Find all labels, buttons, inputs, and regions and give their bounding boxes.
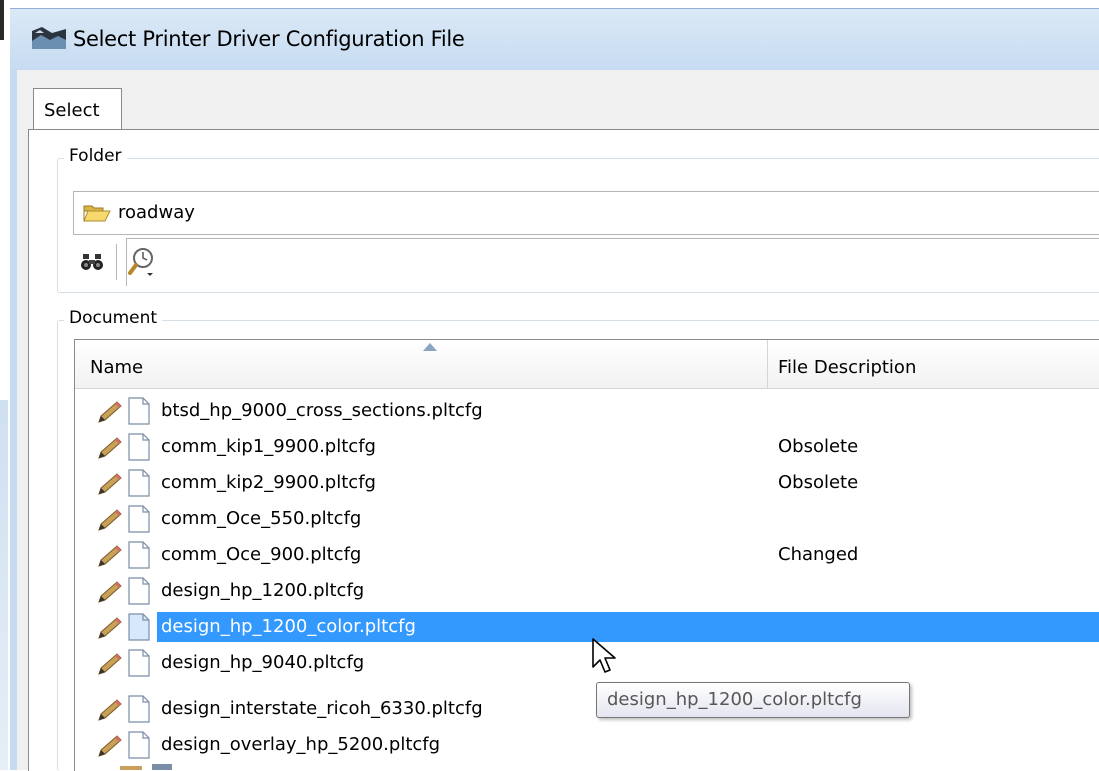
file-name-tooltip: design_hp_1200_color.pltcfg (596, 682, 910, 718)
document-icon (128, 433, 150, 461)
pencil-icon (98, 699, 122, 721)
title-bar[interactable]: Select Printer Driver Configuration File (10, 8, 1099, 71)
file-name: design_hp_1200.pltcfg (161, 580, 365, 601)
document-icon (128, 505, 150, 533)
document-icon (128, 731, 150, 759)
pencil-icon (98, 735, 122, 757)
file-description: Obsolete (778, 472, 859, 493)
column-separator[interactable] (767, 340, 768, 388)
window-frame-left (10, 70, 17, 770)
pencil-icon (98, 437, 122, 459)
mouse-pointer-icon (592, 638, 616, 673)
binoculars-icon[interactable] (81, 252, 103, 272)
table-row[interactable]: comm_Oce_550.pltcfg (75, 502, 1099, 536)
file-name: design_hp_1200_color.pltcfg (161, 616, 416, 637)
document-list[interactable]: Name File Description btsd_hp_9000_cross… (74, 339, 1099, 771)
magnifier-clock-icon[interactable] (127, 246, 159, 280)
document-icon (128, 541, 150, 569)
printer-app-icon (32, 27, 66, 49)
pencil-icon (98, 509, 122, 531)
file-description: Obsolete (778, 436, 859, 457)
table-row[interactable]: btsd_hp_9000_cross_sections.pltcfg (75, 394, 1099, 428)
document-icon (128, 577, 150, 605)
tooltip-text: design_hp_1200_color.pltcfg (607, 689, 862, 710)
window-title: Select Printer Driver Configuration File (73, 27, 465, 51)
folder-path-text: roadway (118, 202, 195, 223)
file-name: comm_Oce_900.pltcfg (161, 544, 362, 565)
pencil-icon (98, 545, 122, 567)
window-frame-strip (0, 400, 8, 770)
sort-ascending-icon (423, 343, 437, 351)
folder-group-legend: Folder (64, 146, 127, 166)
column-header-description[interactable]: File Description (778, 357, 916, 378)
search-area-left-border (126, 238, 127, 286)
pencil-icon (98, 653, 122, 675)
pencil-icon (98, 473, 122, 495)
folder-path-field[interactable]: roadway (73, 191, 1099, 235)
table-row[interactable]: design_interstate_ricoh_6330.pltcfg (75, 692, 1099, 726)
list-header: Name File Description (75, 340, 1099, 389)
document-icon (128, 469, 150, 497)
file-name: btsd_hp_9000_cross_sections.pltcfg (161, 400, 483, 421)
search-area-top-border (126, 238, 1099, 239)
file-name: design_overlay_hp_5200.pltcfg (161, 734, 441, 755)
column-header-name[interactable]: Name (90, 357, 143, 378)
window-corner (0, 0, 4, 40)
table-row[interactable]: comm_kip2_9900.pltcfg Obsolete (75, 466, 1099, 500)
table-row-selected[interactable]: design_hp_1200_color.pltcfg (75, 610, 1099, 644)
pencil-icon (98, 581, 122, 603)
file-name: comm_Oce_550.pltcfg (161, 508, 362, 529)
file-description: Changed (778, 544, 859, 565)
document-group-legend: Document (64, 308, 163, 328)
open-folder-icon (83, 205, 111, 222)
tab-select[interactable]: Select (33, 88, 122, 131)
file-name: comm_kip1_9900.pltcfg (161, 436, 376, 457)
table-row[interactable]: design_hp_9040.pltcfg (75, 646, 1099, 680)
document-icon (128, 397, 150, 425)
document-icon (128, 695, 150, 723)
file-name: comm_kip2_9900.pltcfg (161, 472, 376, 493)
folder-toolbar (73, 238, 1099, 290)
table-row[interactable]: design_hp_1200.pltcfg (75, 574, 1099, 608)
table-row[interactable]: design_overlay_hp_5200.pltcfg (75, 728, 1099, 762)
partial-row-icons (120, 764, 172, 770)
pencil-icon (98, 401, 122, 423)
table-row[interactable]: comm_kip1_9900.pltcfg Obsolete (75, 430, 1099, 464)
file-name: design_hp_9040.pltcfg (161, 652, 365, 673)
window-left-edge (0, 0, 10, 770)
document-icon (128, 613, 150, 641)
tab-select-label: Select (44, 100, 100, 121)
file-name: design_interstate_ricoh_6330.pltcfg (161, 698, 483, 719)
toolbar-separator (116, 244, 117, 280)
document-icon (128, 649, 150, 677)
pencil-icon (98, 617, 122, 639)
table-row[interactable]: comm_Oce_900.pltcfg Changed (75, 538, 1099, 572)
